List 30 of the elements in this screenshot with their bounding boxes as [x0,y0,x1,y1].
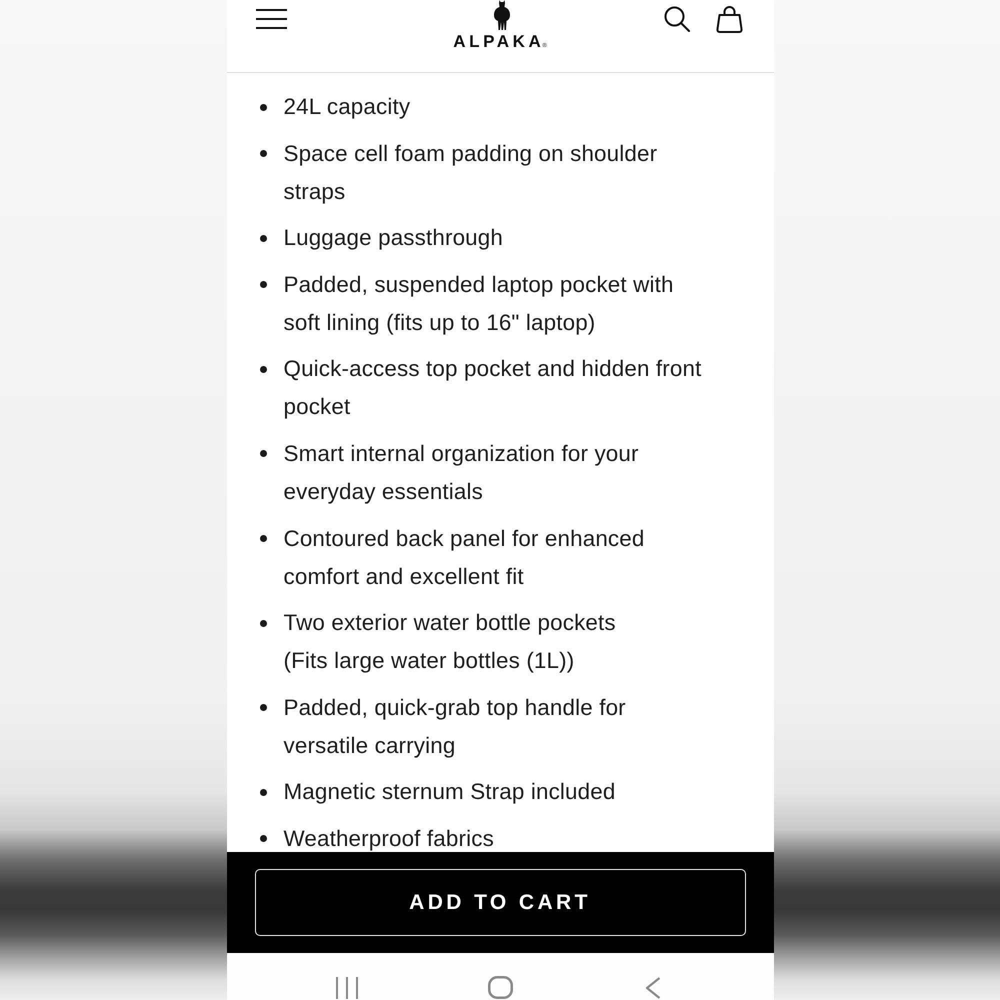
bullet-icon [260,450,266,458]
add-to-cart-button[interactable]: ADD TO CART [254,869,746,936]
bullet-icon [260,366,266,373]
feature-text: Contoured back panel for enhanced comfort and excellent fit [284,524,644,591]
menu-icon[interactable] [256,9,286,29]
feature-text: Padded, quick-grab top handle for versatile carrying [284,694,626,760]
bullet-icon [260,835,266,842]
bullet-icon [260,535,266,542]
feature-text: Smart internal organization for your everyday essentials [284,440,639,506]
feature-text: Magnetic sternum Strap included [284,778,616,806]
feature-text: Two exterior water bottle pockets (Fits large water bottles (1L)) [284,609,616,676]
llama-logo-icon[interactable] [492,0,510,30]
feature-text: Luggage passthrough [284,224,503,252]
bullet-icon [260,620,266,627]
feature-text: Weatherproof fabrics [284,824,494,852]
feature-text: 24L capacity [284,93,410,121]
feature-text: Padded, suspended laptop pocket with soft lining (fits up to 16" laptop) [284,270,674,337]
feature-text: Quick-access top pocket and hidden front pocket [284,355,702,422]
back-icon[interactable] [645,977,661,999]
home-icon[interactable] [488,976,512,999]
bullet-icon [260,234,266,242]
feature-text: Space cell foam padding on shoulder straps [284,140,658,206]
search-icon[interactable] [664,6,690,32]
bullet-icon [260,281,266,288]
bullet-icon [260,788,266,796]
shopping-bag-icon[interactable] [716,5,742,33]
bullet-icon [260,150,266,158]
recent-apps-icon[interactable] [335,977,359,999]
bullet-icon [260,104,266,110]
bullet-icon [260,704,266,712]
